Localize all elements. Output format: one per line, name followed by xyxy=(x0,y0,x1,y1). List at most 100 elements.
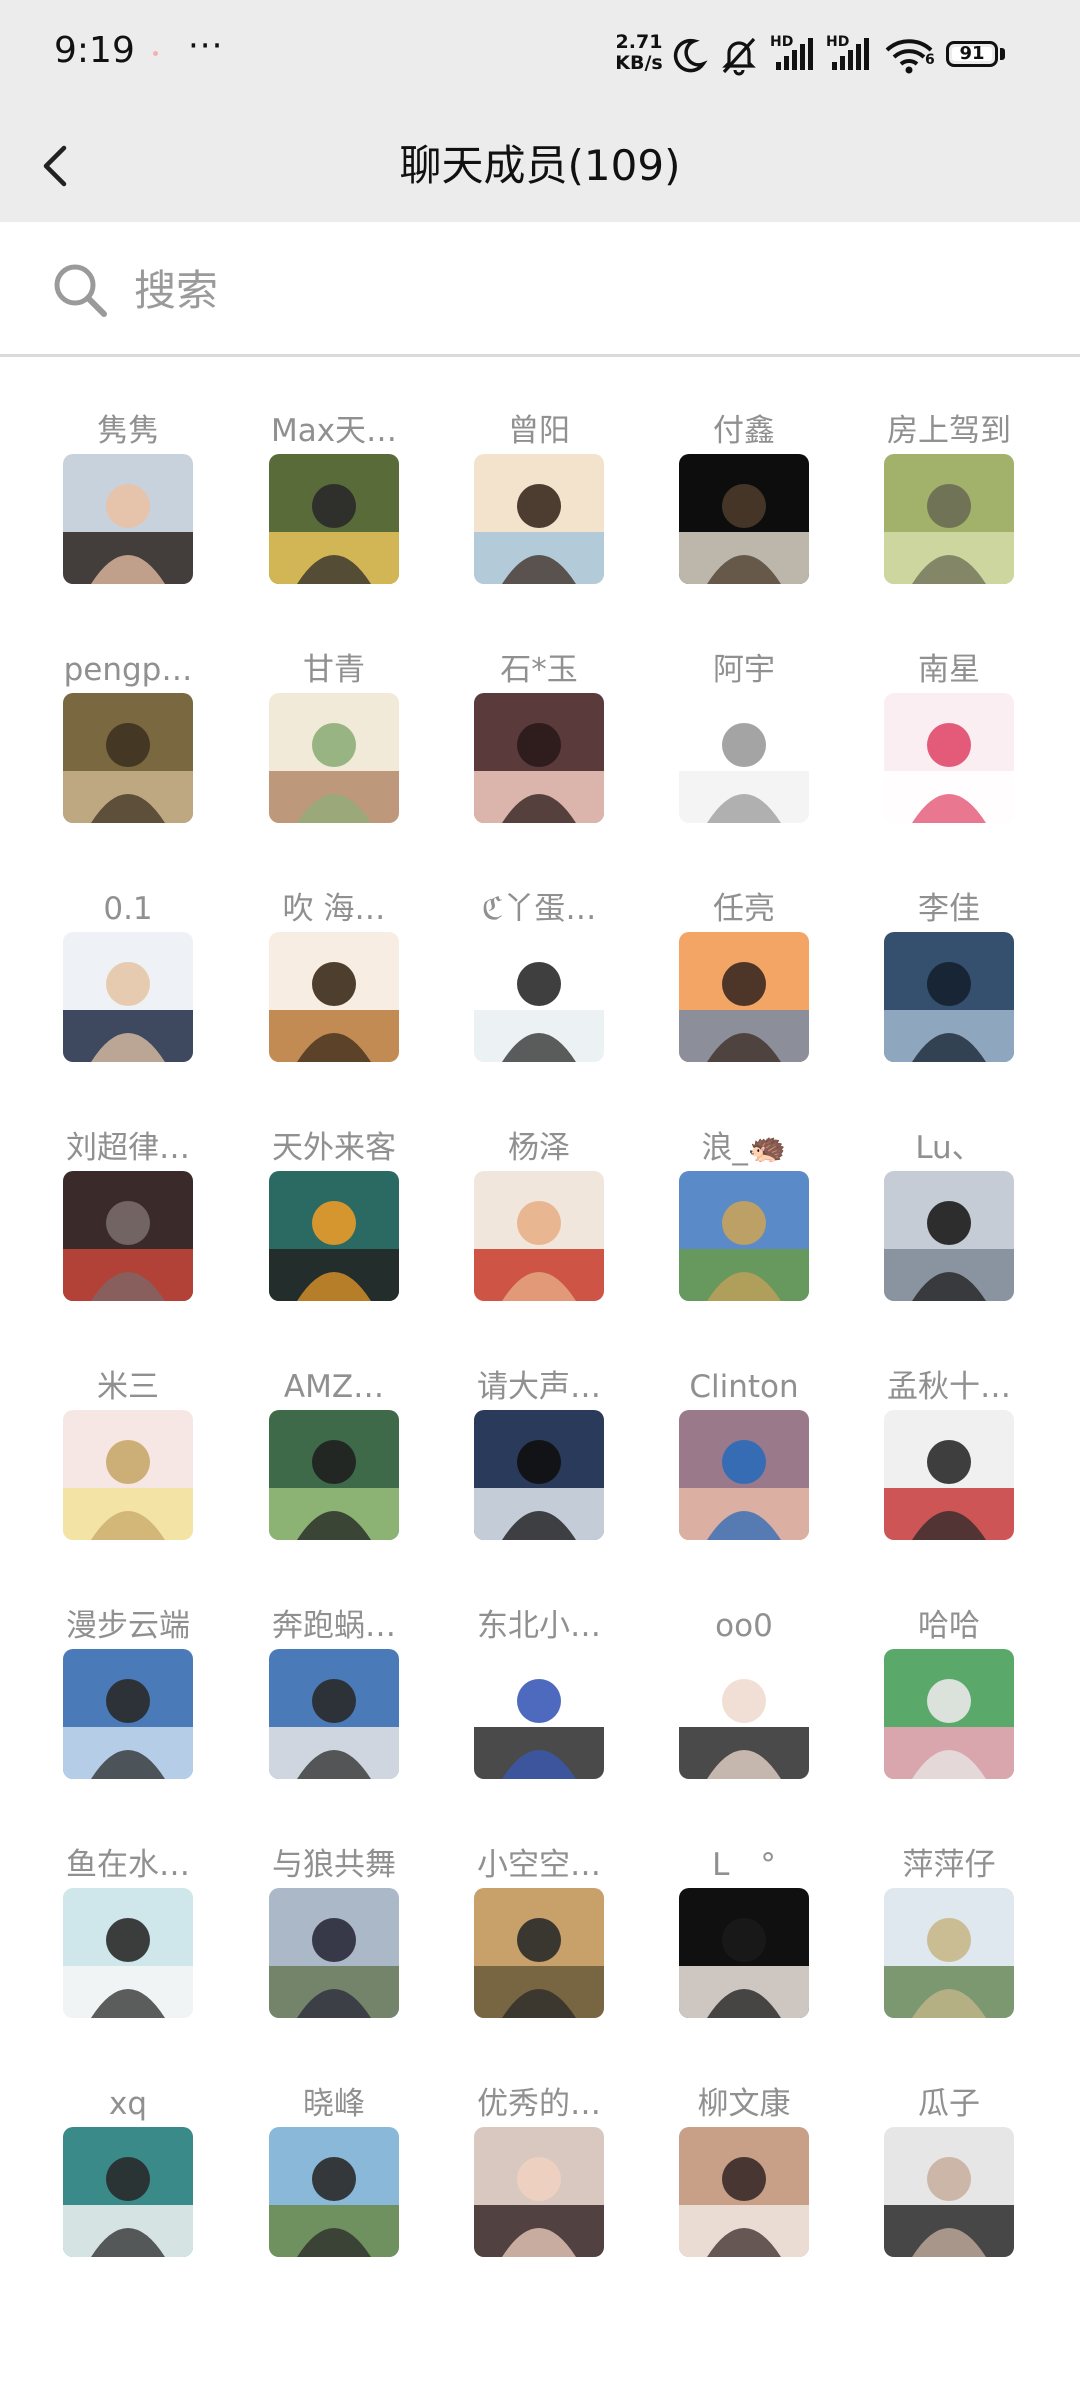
member-name: 请大声… xyxy=(477,1369,601,1405)
member-item[interactable]: 甘青 xyxy=(231,454,437,694)
network-speed-unit: KB/s xyxy=(615,52,663,74)
member-item[interactable]: 优秀的… xyxy=(436,1888,642,2128)
member-name: ℭ丫蛋… xyxy=(481,891,597,927)
member-item[interactable]: ℭ丫蛋… xyxy=(436,693,642,933)
member-item[interactable]: 小空空… xyxy=(436,1649,642,1889)
member-item[interactable] xyxy=(231,2127,437,2367)
avatar xyxy=(474,1649,604,1779)
member-name: 东北小… xyxy=(477,1608,601,1644)
avatar xyxy=(269,1171,399,1301)
member-item[interactable]: Lu、 xyxy=(846,932,1052,1172)
avatar xyxy=(474,2127,604,2257)
member-item[interactable]: 鱼在水… xyxy=(25,1649,231,1889)
avatar xyxy=(884,1410,1014,1540)
member-item[interactable]: 哈哈 xyxy=(846,1410,1052,1650)
member-item[interactable]: 米三 xyxy=(25,1171,231,1411)
avatar xyxy=(269,1410,399,1540)
avatar xyxy=(63,932,193,1062)
battery-icon: 91 xyxy=(946,41,998,67)
avatar xyxy=(679,1171,809,1301)
member-item[interactable]: 吹 海… xyxy=(231,693,437,933)
notification-dot xyxy=(153,51,158,56)
member-item[interactable]: 萍萍仔 xyxy=(846,1649,1052,1889)
avatar xyxy=(884,454,1014,584)
avatar xyxy=(63,1171,193,1301)
member-item[interactable]: 与狼共舞 xyxy=(231,1649,437,1889)
member-item[interactable]: oo0 xyxy=(641,1410,847,1650)
member-item[interactable]: 浪_🦔 xyxy=(641,932,847,1172)
moon-icon xyxy=(673,38,708,73)
member-item[interactable] xyxy=(846,2127,1052,2367)
avatar xyxy=(884,693,1014,823)
member-item[interactable]: AMZ… xyxy=(231,1171,437,1411)
member-name: 与狼共舞 xyxy=(272,1847,396,1883)
member-name: 杨泽 xyxy=(508,1130,570,1166)
member-name: 米三 xyxy=(97,1369,159,1405)
member-item[interactable]: 0.1 xyxy=(25,693,231,933)
member-name: 吹 海… xyxy=(282,891,386,927)
member-item[interactable]: 付鑫 xyxy=(641,360,847,455)
member-name: xq xyxy=(108,2086,148,2122)
status-time: 9:19 xyxy=(54,30,135,71)
member-name: 奔跑蜗… xyxy=(272,1608,396,1644)
avatar xyxy=(269,932,399,1062)
status-bar: 9:19 ··· 2.71 KB/s HD HD 6 91 xyxy=(0,0,1080,108)
member-item[interactable]: pengp… xyxy=(25,454,231,694)
member-item[interactable]: 请大声… xyxy=(436,1171,642,1411)
member-item[interactable]: Max天… xyxy=(231,360,437,455)
avatar xyxy=(884,2127,1014,2257)
member-item[interactable]: 孟秋十… xyxy=(846,1171,1052,1411)
avatar xyxy=(269,1888,399,2018)
member-item[interactable] xyxy=(25,2127,231,2367)
avatar xyxy=(269,693,399,823)
avatar xyxy=(63,1649,193,1779)
member-name: 南星 xyxy=(918,652,980,688)
member-item[interactable]: 天外来客 xyxy=(231,932,437,1172)
member-item[interactable]: 晓峰 xyxy=(231,1888,437,2128)
avatar xyxy=(63,454,193,584)
avatar xyxy=(474,932,604,1062)
member-name: 隽隽 xyxy=(97,413,159,449)
member-item[interactable]: Clinton xyxy=(641,1171,847,1411)
avatar xyxy=(269,2127,399,2257)
member-item[interactable]: 隽隽 xyxy=(25,360,231,455)
member-name: Max天… xyxy=(270,413,398,449)
network-speed: 2.71 KB/s xyxy=(610,32,668,74)
member-item[interactable]: 李佳 xyxy=(846,693,1052,933)
member-name: 甘青 xyxy=(303,652,365,688)
member-item[interactable] xyxy=(641,2127,847,2367)
member-name: oo0 xyxy=(715,1608,773,1644)
member-item[interactable]: 漫步云端 xyxy=(25,1410,231,1650)
member-item[interactable] xyxy=(436,2127,642,2367)
member-item[interactable]: L ° xyxy=(641,1649,847,1889)
member-item[interactable]: 石*玉 xyxy=(436,454,642,694)
member-name: 瓜子 xyxy=(918,2086,980,2122)
member-name: pengp… xyxy=(63,652,193,688)
member-item[interactable]: 任亮 xyxy=(641,693,847,933)
member-name: Lu、 xyxy=(915,1130,983,1166)
member-name: 萍萍仔 xyxy=(902,1847,996,1883)
member-item[interactable]: 曾阳 xyxy=(436,360,642,455)
avatar xyxy=(474,693,604,823)
search-input[interactable] xyxy=(132,252,1036,328)
member-item[interactable]: 南星 xyxy=(846,454,1052,694)
member-item[interactable]: 奔跑蜗… xyxy=(231,1410,437,1650)
member-item[interactable]: xq xyxy=(25,1888,231,2128)
member-name: 孟秋十… xyxy=(887,1369,1011,1405)
avatar xyxy=(679,693,809,823)
member-name: Clinton xyxy=(689,1369,799,1405)
member-name: 房上驾到 xyxy=(887,413,1011,449)
member-name: 阿宇 xyxy=(713,652,775,688)
header: 聊天成员(109) xyxy=(0,108,1080,222)
member-item[interactable]: 刘超律… xyxy=(25,932,231,1172)
avatar xyxy=(63,2127,193,2257)
member-item[interactable]: 杨泽 xyxy=(436,932,642,1172)
member-item[interactable]: 阿宇 xyxy=(641,454,847,694)
member-item[interactable]: 东北小… xyxy=(436,1410,642,1650)
avatar xyxy=(884,1888,1014,2018)
avatar xyxy=(679,454,809,584)
member-item[interactable]: 房上驾到 xyxy=(846,360,1052,455)
member-name: L ° xyxy=(712,1847,776,1883)
member-item[interactable]: 柳文康 xyxy=(641,1888,847,2128)
member-item[interactable]: 瓜子 xyxy=(846,1888,1052,2128)
